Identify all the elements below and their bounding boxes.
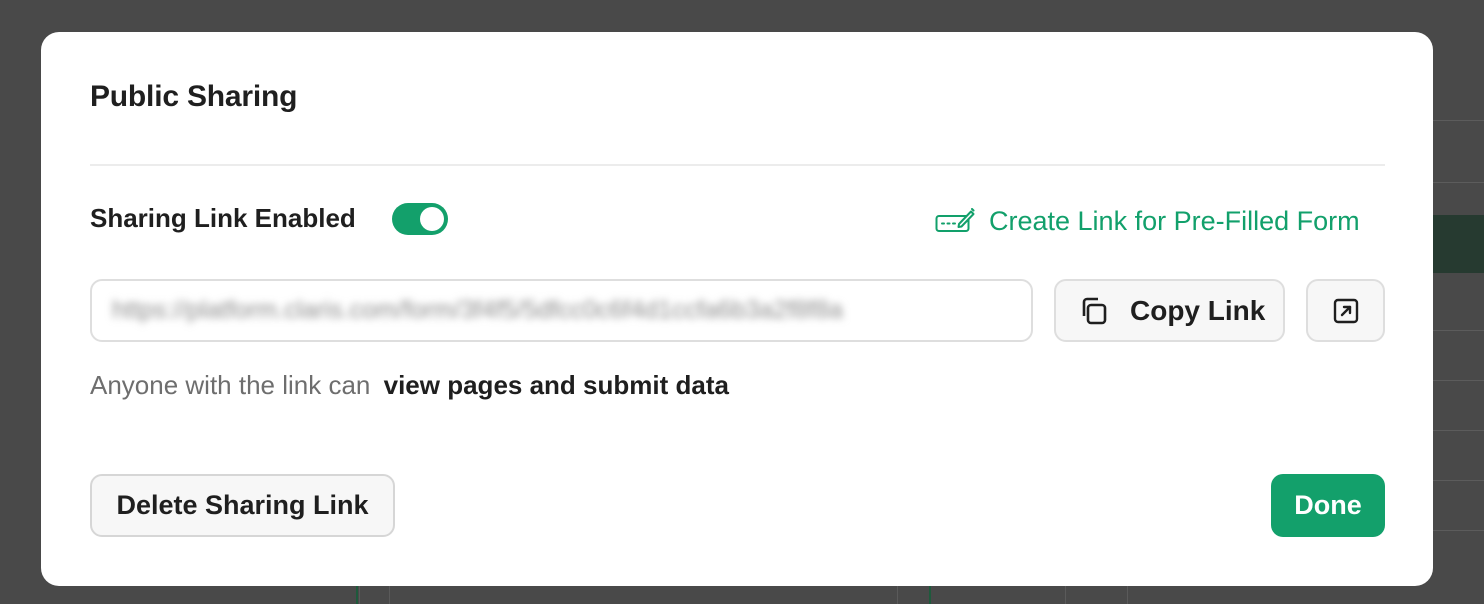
permission-prefix: Anyone with the link can bbox=[90, 370, 371, 400]
open-external-icon bbox=[1333, 298, 1358, 323]
copy-link-label: Copy Link bbox=[1130, 294, 1266, 326]
background-divider bbox=[1433, 330, 1484, 331]
background-divider bbox=[1433, 430, 1484, 431]
title-divider bbox=[90, 164, 1385, 166]
background-accent-mark bbox=[356, 586, 358, 604]
copy-icon bbox=[1082, 297, 1107, 324]
background-divider bbox=[1433, 120, 1484, 121]
toggle-knob bbox=[420, 207, 444, 231]
background-column-line bbox=[1065, 586, 1066, 604]
background-divider bbox=[1433, 480, 1484, 481]
create-prefilled-link-label: Create Link for Pre-Filled Form bbox=[989, 205, 1360, 236]
open-link-button[interactable] bbox=[1306, 279, 1385, 342]
dialog-title: Public Sharing bbox=[90, 80, 298, 113]
copy-link-button[interactable]: Copy Link bbox=[1054, 279, 1285, 342]
background-divider bbox=[1433, 182, 1484, 183]
background-selected-row bbox=[1433, 215, 1484, 273]
delete-sharing-link-button[interactable]: Delete Sharing Link bbox=[90, 474, 395, 537]
create-prefilled-link-button[interactable]: Create Link for Pre-Filled Form bbox=[935, 203, 1360, 239]
background-column-line bbox=[897, 586, 898, 604]
share-url-text: https://platform.claris.com/form/3f4f5/5… bbox=[112, 296, 843, 324]
public-sharing-dialog: Public Sharing Sharing Link Enabled Crea… bbox=[41, 32, 1433, 586]
permission-level[interactable]: view pages and submit data bbox=[384, 370, 729, 400]
background-column-line bbox=[389, 586, 390, 604]
background-divider bbox=[1433, 530, 1484, 531]
permission-description: Anyone with the link can view pages and … bbox=[90, 370, 729, 401]
background-accent-mark bbox=[929, 586, 931, 604]
share-url-field[interactable]: https://platform.claris.com/form/3f4f5/5… bbox=[90, 279, 1033, 342]
sharing-enabled-toggle[interactable] bbox=[392, 203, 448, 235]
done-button[interactable]: Done bbox=[1271, 474, 1385, 537]
form-pen-icon bbox=[935, 208, 975, 232]
sharing-enabled-label: Sharing Link Enabled bbox=[90, 203, 356, 233]
background-column-line bbox=[359, 586, 360, 604]
background-divider bbox=[1433, 380, 1484, 381]
background-column-line bbox=[1127, 586, 1128, 604]
